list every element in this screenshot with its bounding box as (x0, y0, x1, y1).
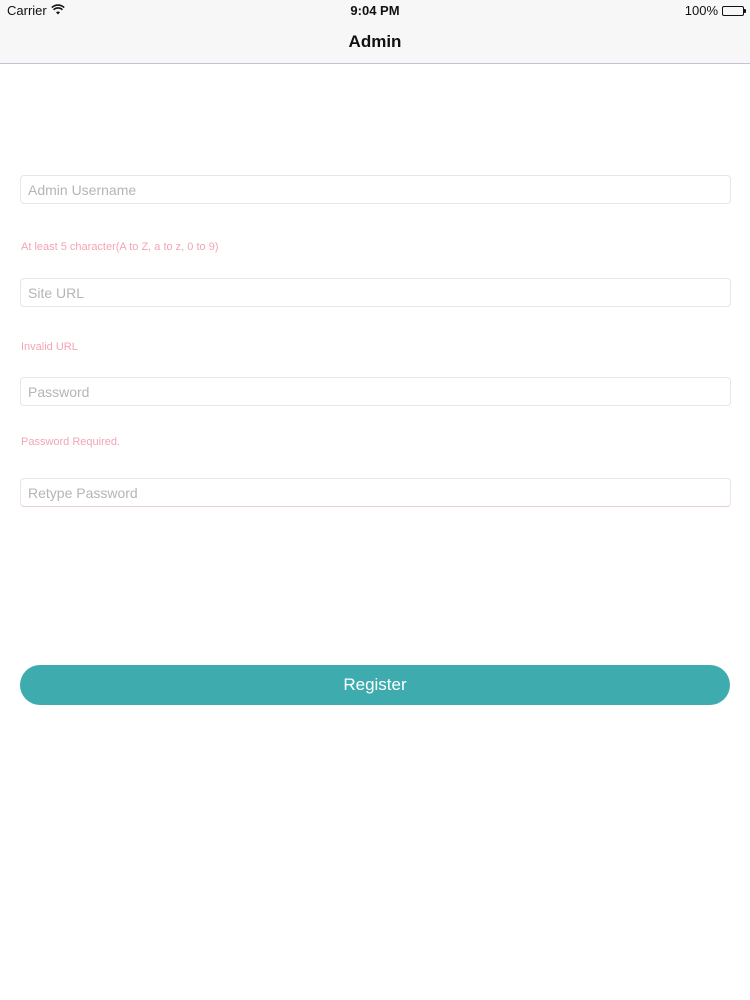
status-right: 100% (684, 3, 746, 18)
status-time: 9:04 PM (350, 3, 400, 18)
register-button[interactable]: Register (20, 665, 730, 705)
battery-percent: 100% (684, 3, 718, 18)
site-url-hint: Invalid URL (21, 341, 78, 353)
status-bar: Carrier 9:04 PM 100% (0, 0, 750, 22)
admin-username-input[interactable] (20, 175, 731, 204)
nav-bar: Admin (0, 22, 750, 64)
battery-icon (722, 5, 746, 16)
password-input[interactable] (20, 377, 731, 406)
username-hint: At least 5 character(A to Z, a to z, 0 t… (21, 241, 219, 253)
admin-screen: Carrier 9:04 PM 100% Admin At least 5 ch… (0, 0, 750, 1000)
retype-password-input[interactable] (20, 478, 731, 507)
site-url-input[interactable] (20, 278, 731, 307)
password-hint: Password Required. (21, 436, 121, 448)
battery-cap (744, 8, 746, 13)
page-title: Admin (348, 32, 402, 51)
